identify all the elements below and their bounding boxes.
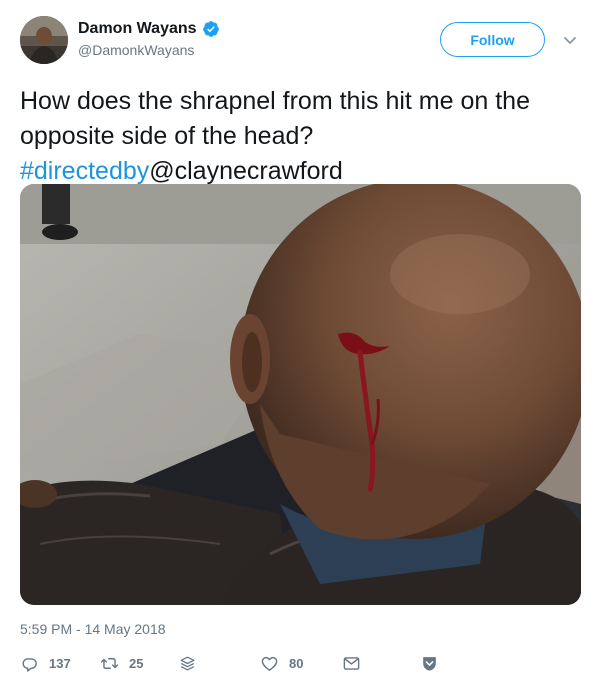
follow-button[interactable]: Follow	[440, 22, 545, 57]
hashtag-link[interactable]: #directedby	[20, 157, 149, 185]
reply-button[interactable]: 137	[20, 652, 71, 674]
user-handle[interactable]: @DamonkWayans	[78, 42, 220, 58]
envelope-icon	[342, 654, 361, 673]
save-button[interactable]	[420, 652, 439, 674]
mention-link[interactable]: @claynecrawford	[149, 157, 343, 185]
tweet-card: Damon Wayans @DamonkWayans Follow How do…	[0, 0, 603, 693]
retweet-icon	[100, 654, 119, 673]
user-info: Damon Wayans @DamonkWayans	[78, 18, 220, 58]
retweet-count: 25	[129, 655, 144, 671]
chevron-down-icon[interactable]	[562, 32, 578, 48]
layers-button[interactable]	[178, 652, 197, 674]
avatar[interactable]	[20, 16, 68, 64]
tweet-text: How does the shrapnel from this hit me o…	[20, 84, 585, 189]
display-name[interactable]: Damon Wayans	[78, 20, 197, 38]
tweet-body: How does the shrapnel from this hit me o…	[20, 87, 530, 150]
heart-icon	[260, 654, 279, 673]
reply-icon	[20, 654, 39, 673]
tweet-actions: 137 25 80	[20, 652, 580, 674]
like-count: 80	[289, 655, 304, 671]
tweet-photo[interactable]	[20, 184, 581, 605]
reply-count: 137	[49, 655, 71, 671]
verified-badge-icon	[202, 20, 220, 38]
bookmark-icon	[420, 654, 439, 673]
layers-icon	[178, 654, 197, 673]
like-button[interactable]: 80	[260, 652, 303, 674]
retweet-button[interactable]: 25	[100, 652, 143, 674]
direct-message-button[interactable]	[342, 652, 361, 674]
tweet-timestamp[interactable]: 5:59 PM - 14 May 2018	[20, 621, 166, 637]
